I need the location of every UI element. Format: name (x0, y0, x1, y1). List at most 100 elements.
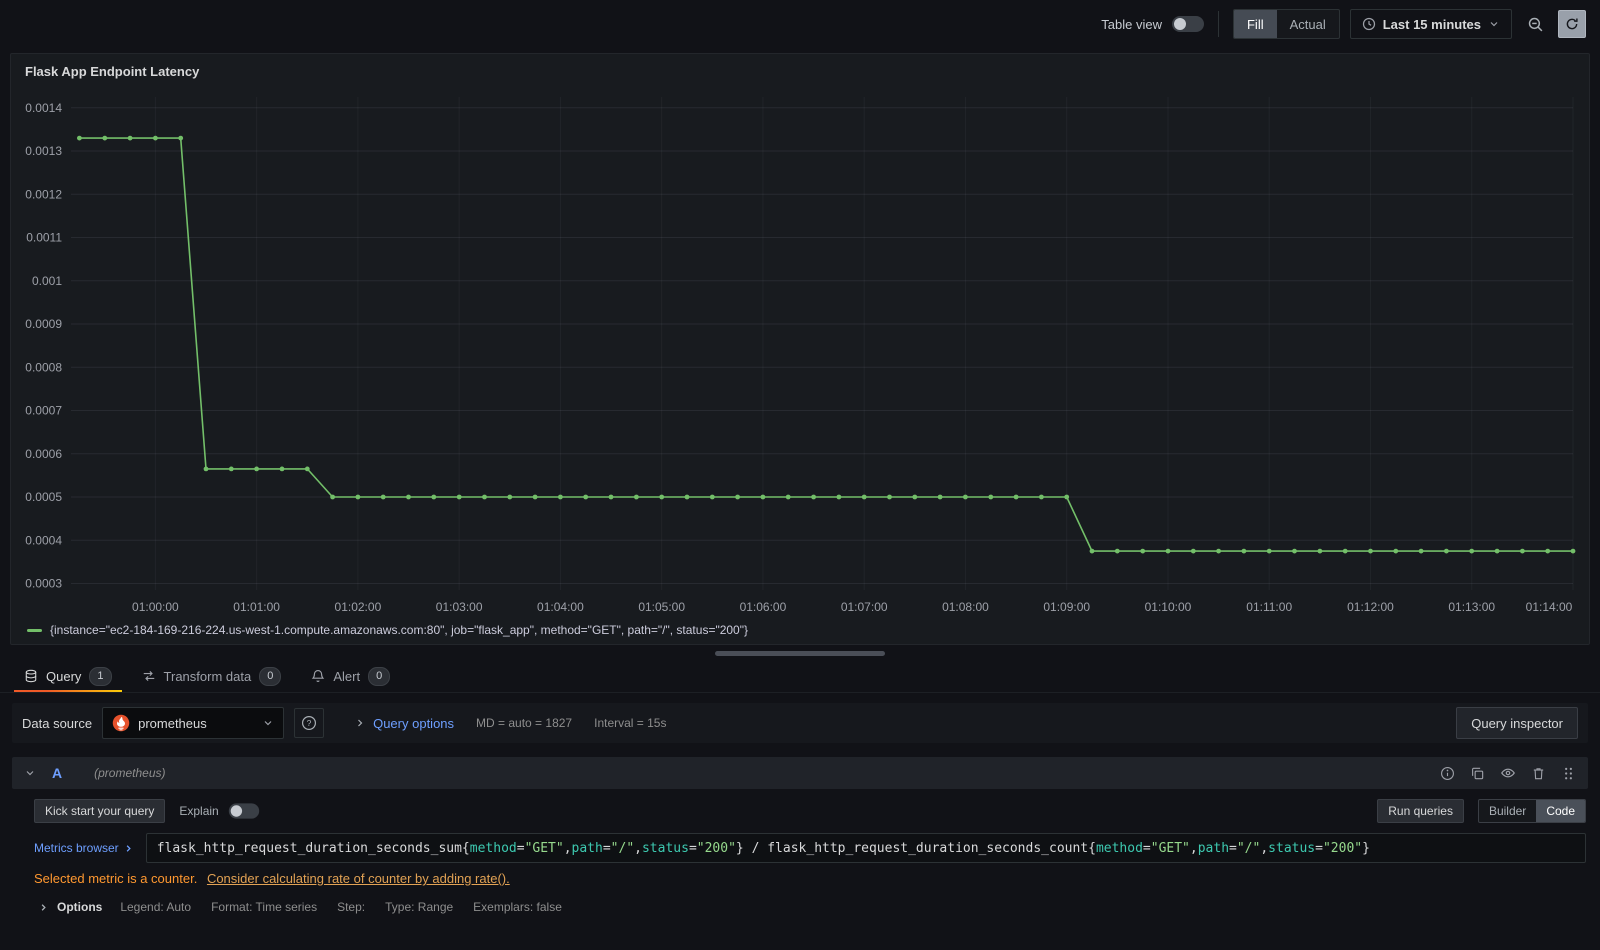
query-count-badge: 1 (89, 666, 112, 686)
add-rate-hint-link[interactable]: Consider calculating rate of counter by … (207, 871, 510, 886)
svg-text:01:08:00: 01:08:00 (942, 600, 989, 614)
svg-text:01:03:00: 01:03:00 (436, 600, 483, 614)
latency-chart[interactable]: 0.0014 0.0013 0.0012 0.0011 0.001 0.0009 0.000… (19, 85, 1579, 620)
grafana-panel-editor: { "toolbar": { "table_view_label": "Tabl… (0, 0, 1600, 950)
drag-handle-icon[interactable] (1561, 766, 1576, 781)
help-circle-icon: ? (302, 715, 317, 731)
options-summary: Legend: Auto Format: Time series Step: Type… (120, 900, 562, 914)
max-data-points-text: MD = auto = 1827 (476, 716, 573, 730)
svg-text:0.001: 0.001 (32, 274, 62, 288)
panel-resize-handle[interactable] (715, 651, 885, 656)
query-editor-toolbar: Kick start your query Explain Run querie… (34, 799, 1586, 823)
info-circle-icon[interactable] (1440, 766, 1455, 781)
actual-mode-button[interactable]: Actual (1277, 10, 1339, 38)
svg-text:01:10:00: 01:10:00 (1145, 600, 1192, 614)
toolbar-divider (1217, 11, 1219, 37)
duplicate-query-icon[interactable] (1470, 766, 1485, 781)
query-warning: Selected metric is a counter. Consider c… (34, 871, 1586, 886)
alert-count-badge: 0 (368, 666, 391, 686)
svg-text:0.0009: 0.0009 (25, 317, 62, 331)
refresh-button[interactable] (1558, 10, 1586, 38)
svg-text:01:02:00: 01:02:00 (335, 600, 382, 614)
tab-alert-label: Alert (333, 668, 361, 684)
display-mode-group: Fill Actual (1232, 9, 1340, 39)
chevron-right-icon (126, 844, 131, 852)
chevron-right-icon[interactable] (38, 902, 49, 913)
svg-text:01:09:00: 01:09:00 (1043, 600, 1090, 614)
svg-text:01:07:00: 01:07:00 (841, 600, 888, 614)
svg-text:0.0005: 0.0005 (25, 490, 62, 504)
time-range-picker[interactable]: Last 15 minutes (1349, 9, 1512, 39)
query-row-header[interactable]: A (prometheus) (12, 757, 1588, 789)
collapse-chevron-down-icon[interactable] (24, 767, 36, 779)
query-options-label: Query options (373, 715, 455, 731)
metrics-browser-label: Metrics browser (34, 841, 119, 855)
transform-count-badge: 0 (259, 666, 282, 686)
chevron-right-icon (358, 719, 363, 727)
panel-resize-row (0, 645, 1600, 660)
tab-query-label: Query (46, 668, 82, 684)
editor-tabs: Query 1 Transform data 0 Alert 0 (0, 660, 1600, 693)
tab-alert[interactable]: Alert 0 (299, 660, 402, 692)
option-item: Exemplars: false (473, 900, 562, 914)
svg-text:0.0008: 0.0008 (25, 360, 62, 374)
query-field-row: Metrics browser flask_http_request_durat… (34, 833, 1586, 863)
explain-toggle[interactable] (228, 803, 259, 819)
editor-mode-group: Builder Code (1477, 799, 1586, 823)
query-options-toggle[interactable]: Query options (354, 716, 454, 731)
option-item: Step: (337, 900, 366, 914)
refresh-icon (1566, 18, 1578, 30)
counter-warning-text: Selected metric is a counter. (34, 871, 198, 886)
tab-transform-data[interactable]: Transform data 0 (130, 660, 294, 692)
svg-text:0.0011: 0.0011 (26, 231, 62, 245)
chevron-down-icon (264, 721, 272, 726)
remove-query-trash-icon[interactable] (1531, 766, 1546, 781)
table-view-toggle[interactable] (1171, 16, 1204, 32)
svg-text:0.0007: 0.0007 (25, 404, 62, 418)
svg-text:01:01:00: 01:01:00 (233, 600, 280, 614)
fill-mode-button[interactable]: Fill (1233, 10, 1277, 38)
svg-text:01:05:00: 01:05:00 (638, 600, 685, 614)
svg-text:0.0013: 0.0013 (25, 144, 62, 158)
datasource-name: prometheus (138, 715, 207, 731)
svg-text:0.0003: 0.0003 (25, 577, 62, 591)
svg-text:0.0012: 0.0012 (25, 187, 62, 201)
code-mode-button[interactable]: Code (1536, 800, 1585, 822)
query-ref-id[interactable]: A (52, 765, 62, 781)
svg-text:0.0014: 0.0014 (25, 101, 62, 115)
database-icon (25, 669, 37, 683)
legend-series-label[interactable]: {instance="ec2-184-169-216-224.us-west-1… (50, 623, 748, 637)
svg-text:01:13:00: 01:13:00 (1448, 600, 1495, 614)
datasource-bar: Data source prometheus ? Query options M… (12, 703, 1588, 743)
option-item: Legend: Auto (120, 900, 192, 914)
options-label[interactable]: Options (57, 900, 102, 914)
zoom-out-icon (1528, 17, 1542, 31)
run-queries-button[interactable]: Run queries (1377, 799, 1464, 823)
legend: {instance="ec2-184-169-216-224.us-west-1… (19, 620, 1581, 637)
query-row-actions (1440, 765, 1576, 781)
bell-icon (312, 670, 325, 682)
datasource-help-button[interactable]: ? (294, 708, 325, 738)
svg-text:01:06:00: 01:06:00 (740, 600, 787, 614)
svg-text:0.0004: 0.0004 (25, 533, 62, 547)
builder-mode-button[interactable]: Builder (1479, 800, 1536, 822)
svg-text:?: ? (307, 718, 312, 728)
kick-start-query-button[interactable]: Kick start your query (34, 799, 166, 823)
query-inspector-button[interactable]: Query inspector (1456, 707, 1578, 739)
metrics-browser-toggle[interactable]: Metrics browser (34, 841, 134, 855)
hide-query-eye-icon[interactable] (1500, 765, 1516, 781)
zoom-out-button[interactable] (1522, 11, 1548, 37)
svg-text:01:11:00: 01:11:00 (1246, 600, 1292, 614)
datasource-picker[interactable]: prometheus (102, 707, 285, 739)
panel-title: Flask App Endpoint Latency (25, 64, 200, 79)
chevron-down-icon (1490, 22, 1498, 27)
table-view-label: Table view (1101, 16, 1162, 32)
transform-icon (143, 671, 154, 681)
promql-query-input[interactable]: flask_http_request_duration_seconds_sum{… (145, 833, 1586, 863)
clock-icon (1362, 17, 1375, 31)
explain-label: Explain (179, 804, 219, 818)
svg-text:01:12:00: 01:12:00 (1347, 600, 1394, 614)
svg-text:01:04:00: 01:04:00 (537, 600, 584, 614)
svg-text:01:00:00: 01:00:00 (132, 600, 179, 614)
tab-query[interactable]: Query 1 (12, 660, 124, 692)
